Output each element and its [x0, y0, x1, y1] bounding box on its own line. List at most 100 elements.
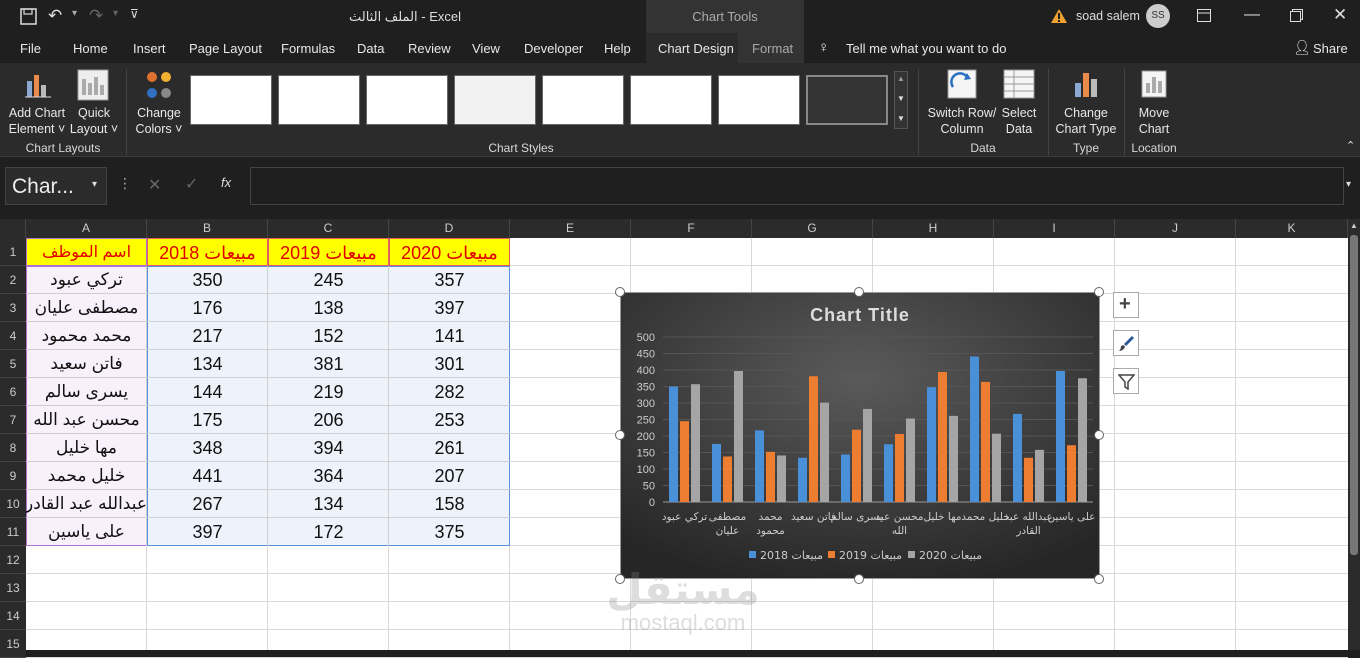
cell-sales-value[interactable]: 348	[147, 434, 268, 462]
cell-sales-value[interactable]: 175	[147, 406, 268, 434]
chart-style-5[interactable]	[542, 75, 624, 125]
undo-dropdown-icon[interactable]: ▾	[72, 8, 77, 19]
cell-sales-value[interactable]: 217	[147, 322, 268, 350]
cell-sales-value[interactable]: 141	[389, 322, 510, 350]
header-cell-sales-2019[interactable]: مبيعات 2019	[268, 238, 389, 266]
tab-insert[interactable]: Insert	[133, 41, 166, 56]
minimize-icon[interactable]: —	[1244, 6, 1260, 24]
chart-bar[interactable]	[841, 454, 850, 502]
resize-handle-nw[interactable]	[615, 287, 625, 297]
chart-bar[interactable]	[723, 456, 732, 502]
cell-sales-value[interactable]: 134	[147, 350, 268, 378]
cell-sales-value[interactable]: 138	[268, 294, 389, 322]
chart-bar[interactable]	[1013, 413, 1022, 502]
row-header-10[interactable]: 10	[0, 490, 26, 518]
name-box-dropdown-icon[interactable]: ▾	[92, 179, 97, 190]
tab-chart-design[interactable]: Chart Design	[646, 33, 738, 63]
cell-employee-name[interactable]: محسن عبد الله	[26, 406, 147, 434]
expand-formula-bar-icon[interactable]: ▾	[1346, 179, 1351, 190]
cell-sales-value[interactable]: 441	[147, 462, 268, 490]
column-header-g[interactable]: G	[752, 219, 873, 238]
row-header-12[interactable]: 12	[0, 546, 26, 574]
close-icon[interactable]: ✕	[1333, 5, 1347, 25]
tab-developer[interactable]: Developer	[524, 41, 583, 56]
chart-style-1[interactable]	[190, 75, 272, 125]
chart-bar[interactable]	[992, 433, 1001, 502]
chart-bar[interactable]	[798, 457, 807, 502]
tab-review[interactable]: Review	[408, 41, 451, 56]
column-header-e[interactable]: E	[510, 219, 631, 238]
cell-sales-value[interactable]: 301	[389, 350, 510, 378]
chart-bar[interactable]	[820, 402, 829, 502]
cell-sales-value[interactable]: 282	[389, 378, 510, 406]
scrollbar-thumb[interactable]	[1350, 235, 1358, 555]
move-chart-button[interactable]: Move Chart	[1128, 67, 1180, 139]
row-header-9[interactable]: 9	[0, 462, 26, 490]
chart-object[interactable]: Chart Title 0 50 100 150 200 250 300 350 400 450 5…	[620, 292, 1100, 579]
chart-bar[interactable]	[1056, 370, 1065, 502]
insert-function-button[interactable]: fx	[221, 175, 231, 190]
chart-bar[interactable]	[691, 384, 700, 502]
chart-filters-button[interactable]	[1113, 368, 1139, 394]
chart-style-7[interactable]	[718, 75, 800, 125]
column-header-i[interactable]: I	[994, 219, 1115, 238]
change-chart-type-button[interactable]: Change Chart Type	[1052, 67, 1120, 139]
cell-sales-value[interactable]: 176	[147, 294, 268, 322]
cell-sales-value[interactable]: 397	[147, 518, 268, 546]
chart-bar[interactable]	[809, 376, 818, 502]
cell-sales-value[interactable]: 267	[147, 490, 268, 518]
column-header-a[interactable]: A	[26, 219, 147, 238]
chart-title[interactable]: Chart Title	[810, 305, 910, 325]
row-header-7[interactable]: 7	[0, 406, 26, 434]
name-box[interactable]: Char... ▾	[5, 167, 107, 205]
cell-sales-value[interactable]: 144	[147, 378, 268, 406]
scroll-up-icon[interactable]: ▲	[897, 74, 905, 83]
chart-bar[interactable]	[863, 408, 872, 502]
cell-employee-name[interactable]: خليل محمد	[26, 462, 147, 490]
chart-bar[interactable]	[755, 430, 764, 502]
cell-sales-value[interactable]: 172	[268, 518, 389, 546]
cell-employee-name[interactable]: محمد محمود	[26, 322, 147, 350]
save-icon[interactable]	[20, 8, 38, 25]
cell-sales-value[interactable]: 245	[268, 266, 389, 294]
chart-bar[interactable]	[852, 429, 861, 502]
quick-layout-button[interactable]: Quick Layout ˅	[68, 67, 120, 139]
change-colors-button[interactable]: Change Colors ˅	[132, 67, 186, 139]
redo-icon[interactable]: ↷	[89, 6, 103, 26]
cell-sales-value[interactable]: 253	[389, 406, 510, 434]
tab-home[interactable]: Home	[73, 41, 108, 56]
tab-page-layout[interactable]: Page Layout	[189, 41, 262, 56]
cell-sales-value[interactable]: 158	[389, 490, 510, 518]
select-data-button[interactable]: Select Data	[998, 67, 1040, 139]
chart-style-8-selected[interactable]	[806, 75, 888, 125]
row-header-5[interactable]: 5	[0, 350, 26, 378]
vertical-scrollbar[interactable]: ▲	[1348, 219, 1360, 650]
row-header-1[interactable]: 1	[0, 238, 26, 266]
resize-handle-n[interactable]	[854, 287, 864, 297]
tab-help[interactable]: Help	[604, 41, 631, 56]
row-header-6[interactable]: 6	[0, 378, 26, 406]
tab-file[interactable]: File	[20, 41, 41, 56]
cell-sales-value[interactable]: 207	[389, 462, 510, 490]
avatar[interactable]: SS	[1146, 4, 1170, 28]
ribbon-display-options-icon[interactable]	[1197, 9, 1211, 22]
chart-bar[interactable]	[938, 371, 947, 502]
row-header-11[interactable]: 11	[0, 518, 26, 546]
customize-qat-icon[interactable]: ⊽	[130, 7, 139, 21]
row-header-2[interactable]: 2	[0, 266, 26, 294]
chart-styles-button[interactable]	[1113, 330, 1139, 356]
resize-handle-ne[interactable]	[1094, 287, 1104, 297]
chart-bar[interactable]	[680, 421, 689, 502]
row-header-4[interactable]: 4	[0, 322, 26, 350]
column-header-b[interactable]: B	[147, 219, 268, 238]
chart-bar[interactable]	[1067, 445, 1076, 502]
row-header-3[interactable]: 3	[0, 294, 26, 322]
switch-row-column-button[interactable]: Switch Row/ Column	[924, 67, 1000, 139]
cell-sales-value[interactable]: 364	[268, 462, 389, 490]
chart-bar[interactable]	[1078, 378, 1087, 502]
chart-bar[interactable]	[777, 455, 786, 502]
legend-label[interactable]: مبيعات 2018	[760, 549, 823, 562]
resize-handle-s[interactable]	[854, 574, 864, 584]
tab-format[interactable]: Format	[738, 33, 804, 63]
chart-bar[interactable]	[734, 370, 743, 502]
